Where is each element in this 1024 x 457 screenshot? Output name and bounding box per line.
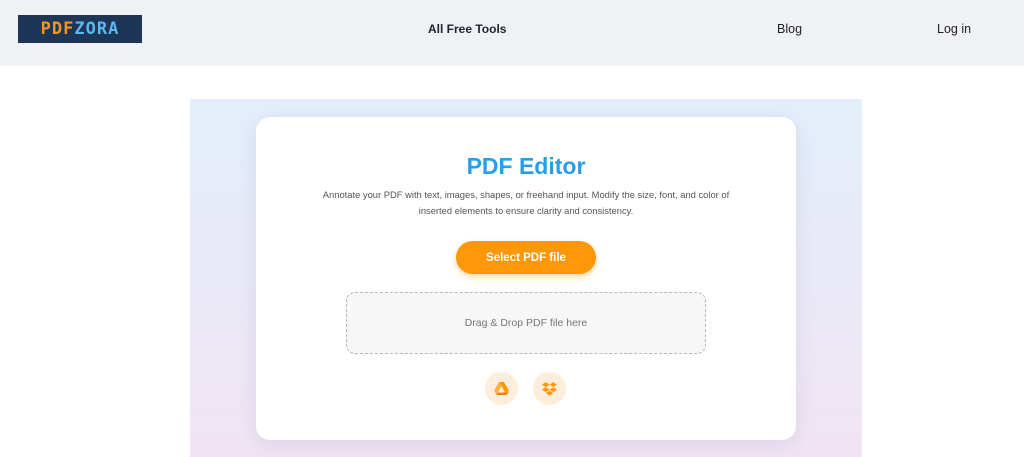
nav-blog[interactable]: Blog [777, 22, 802, 36]
header-bar: PDF ZORA All Free Tools Blog Log in [0, 0, 1024, 66]
google-drive-button[interactable] [485, 372, 518, 405]
dropbox-icon [542, 381, 557, 396]
page-title: PDF Editor [466, 153, 586, 179]
dropbox-button[interactable] [533, 372, 566, 405]
drop-zone-label: Drag & Drop PDF file here [464, 317, 588, 329]
google-drive-icon [494, 382, 509, 395]
nav-login[interactable]: Log in [937, 22, 971, 36]
drop-zone[interactable]: Drag & Drop PDF file here [346, 292, 706, 354]
logo-pdf-text: PDF [40, 19, 75, 39]
logo-zora-text: ZORA [74, 19, 120, 39]
logo[interactable]: PDF ZORA [18, 15, 142, 43]
select-pdf-button[interactable]: Select PDF file [456, 241, 596, 274]
editor-card: PDF Editor Annotate your PDF with text, … [256, 117, 796, 440]
page-description: Annotate your PDF with text, images, sha… [322, 189, 730, 216]
nav-all-free-tools[interactable]: All Free Tools [428, 22, 506, 36]
